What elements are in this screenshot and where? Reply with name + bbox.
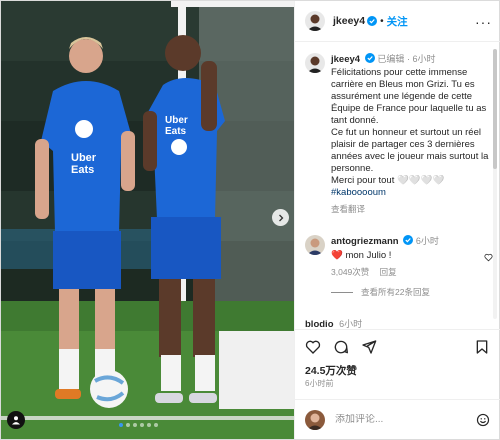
user-icon (12, 416, 20, 425)
comment-likes[interactable]: 3,049次赞 (331, 267, 369, 277)
scrollbar-thumb[interactable] (493, 49, 497, 169)
next-comment-partial: blodio 6小时 (305, 317, 362, 328)
share-icon (362, 339, 377, 354)
comment-text: mon Julio ! (345, 250, 392, 261)
comment-body: antogriezmann 6小时 ❤️ mon Julio ! 3,049次赞… (331, 235, 491, 298)
comments-list: jkeey4 已编辑 · 6小时 Félicitations pour cett… (295, 43, 500, 328)
avatar (305, 409, 325, 430)
carousel-dot (126, 423, 130, 427)
avatar-image (305, 11, 325, 31)
avatar-image (305, 53, 325, 73)
caption-time: 6小时 (412, 54, 436, 64)
post-time: 6小时前 (305, 379, 334, 388)
comment-button[interactable] (333, 339, 349, 355)
more-options-button[interactable]: ··· (475, 14, 492, 30)
reply-button[interactable]: 回复 (380, 267, 397, 277)
comment-item: antogriezmann 6小时 ❤️ mon Julio ! 3,049次赞… (305, 235, 493, 315)
replies-divider (331, 291, 353, 293)
view-replies-label: 查看所有22条回复 (361, 287, 430, 297)
share-button[interactable] (361, 339, 377, 355)
comment-line: ❤️ mon Julio ! (331, 250, 491, 262)
avatar-image (305, 409, 325, 430)
like-comment-button[interactable] (484, 249, 493, 267)
comment-input[interactable] (335, 414, 455, 425)
save-button[interactable] (474, 339, 490, 355)
heart-icon (484, 253, 493, 262)
carousel-dot (147, 423, 151, 427)
post-details-panel: jkeey4 • 关注 ··· jkeey4 已编辑 · 6小时 Félicit… (294, 1, 500, 439)
edited-label: 已编辑 (377, 54, 405, 64)
see-translation-button[interactable]: 查看翻译 (331, 203, 491, 215)
svg-text:Uber: Uber (165, 115, 188, 126)
emoji-button[interactable] (476, 413, 490, 427)
carousel-dot (133, 423, 137, 427)
svg-text:Eats: Eats (71, 164, 94, 176)
svg-text:Eats: Eats (165, 126, 187, 137)
separator-dot: • (380, 15, 384, 27)
avatar[interactable] (305, 11, 325, 31)
comment-composer (295, 399, 500, 439)
comment-time: 6小时 (415, 236, 439, 246)
carousel-dot (154, 423, 158, 427)
follow-button[interactable]: 关注 (387, 14, 408, 29)
carousel-indicator (119, 423, 158, 427)
verified-badge-icon (364, 53, 375, 63)
post-dialog: Uber Eats Uber Eats jkeey4 • 关注 ··· jkee… (0, 0, 500, 440)
action-bar (295, 329, 500, 363)
caption-body: jkeey4 已编辑 · 6小时 Félicitations pour cett… (331, 53, 491, 215)
caption-text: Félicitations pour cette immense carrièr… (331, 67, 489, 186)
caption-block: jkeey4 已编辑 · 6小时 Félicitations pour cett… (305, 53, 488, 223)
avatar[interactable] (305, 53, 325, 73)
chevron-right-icon (278, 214, 283, 221)
post-photo[interactable]: Uber Eats Uber Eats (1, 1, 294, 439)
likes-count[interactable]: 24.5万次赞 (305, 363, 357, 378)
bookmark-icon (476, 339, 488, 354)
author-username[interactable]: jkeey4 (333, 15, 365, 27)
next-comment-time: 6小时 (339, 319, 363, 328)
verified-badge-icon (403, 235, 414, 245)
next-comment-author[interactable]: blodio (305, 319, 334, 328)
comments-scrollbar[interactable] (493, 49, 497, 319)
caption-author[interactable]: jkeey4 (331, 54, 360, 65)
view-replies-button[interactable]: 查看所有22条回复 (331, 286, 491, 298)
emoji-icon (476, 413, 490, 426)
training-photo-illustration: Uber Eats Uber Eats (1, 1, 294, 439)
post-header: jkeey4 • 关注 ··· (295, 1, 500, 42)
verified-badge-icon (367, 16, 378, 26)
heart-emoji: ❤️ (331, 250, 343, 261)
heart-icon (305, 340, 321, 354)
tagged-users-button[interactable] (7, 411, 25, 429)
svg-text:Uber: Uber (71, 152, 97, 164)
comment-meta: 3,049次赞 回复 (331, 266, 491, 278)
avatar-image (305, 235, 325, 255)
avatar[interactable] (305, 235, 325, 255)
like-button[interactable] (305, 339, 321, 355)
carousel-dot (140, 423, 144, 427)
hashtag-link[interactable]: #kabooooum (331, 187, 491, 199)
comment-icon (334, 340, 348, 353)
comment-author[interactable]: antogriezmann (331, 236, 399, 247)
next-photo-button[interactable] (272, 209, 289, 226)
carousel-dot (119, 423, 123, 427)
